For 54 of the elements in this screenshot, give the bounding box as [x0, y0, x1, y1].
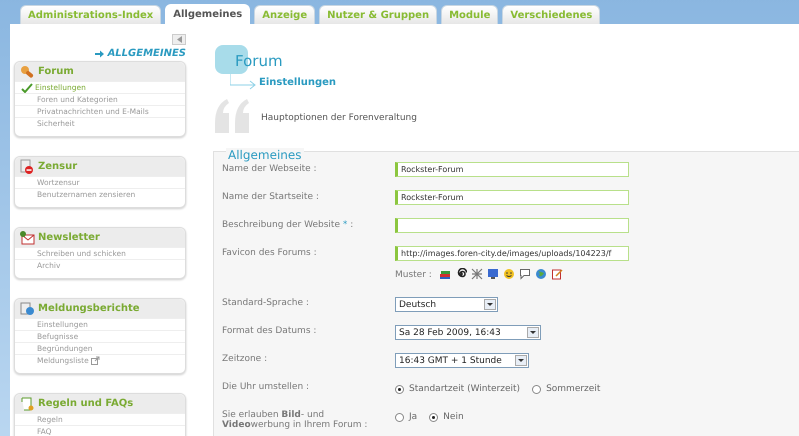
- monitor-icon[interactable]: [486, 268, 499, 280]
- field-label: Format des Datums :: [222, 325, 318, 336]
- group-title: Forum: [38, 66, 74, 77]
- page-title: Forum: [235, 52, 283, 70]
- description-text: Hauptoptionen der Forenveraltung: [261, 113, 417, 123]
- smiley-icon[interactable]: [502, 268, 515, 280]
- tab[interactable]: Anzeige: [254, 5, 316, 24]
- group-title: Regeln und FAQs: [38, 398, 134, 409]
- dropdown[interactable]: Sa 28 Feb 2009, 16:43: [395, 325, 541, 340]
- tab[interactable]: Nutzer & Gruppen: [319, 5, 438, 24]
- field-label: Beschreibung der Website * :: [222, 219, 354, 230]
- radio-option[interactable]: Ja: [395, 412, 418, 422]
- field-label: Favicon des Forums :: [222, 247, 318, 258]
- field-label: Sie erlauben Bild- und Videowerbung in Ihrem Forum :: [222, 409, 368, 430]
- wrench-icon: [19, 64, 35, 79]
- envelope-icon: [19, 230, 35, 245]
- text-field[interactable]: Rockster-Forum: [395, 162, 629, 177]
- field-label: Die Uhr umstellen :: [222, 381, 310, 392]
- field-label: Name der Startseite :: [222, 191, 320, 202]
- dropdown[interactable]: Deutsch: [395, 297, 498, 312]
- caret-down-icon: [487, 303, 493, 306]
- group-title: Newsletter: [38, 232, 100, 243]
- arrow-right-icon: [94, 50, 104, 58]
- globe-icon[interactable]: [534, 268, 547, 280]
- connector-arrow-icon: [230, 74, 256, 90]
- dropdown[interactable]: 16:43 GMT + 1 Stunde: [395, 353, 529, 368]
- caret-down-icon: [518, 359, 524, 362]
- radio-option[interactable]: Sommerzeit: [532, 384, 600, 394]
- tab[interactable]: Module: [441, 5, 498, 24]
- book-stack-icon[interactable]: [438, 268, 451, 280]
- speech-bubble-icon[interactable]: [518, 268, 531, 280]
- tab[interactable]: Administrations-Index: [20, 5, 162, 24]
- pattern-icon[interactable]: [470, 268, 483, 280]
- checkmark-icon: [21, 82, 33, 92]
- section-title: ALLGEMEINES: [108, 48, 186, 59]
- triangle-left-icon: [176, 35, 182, 44]
- radio-option[interactable]: Nein: [429, 412, 464, 422]
- caret-down-icon: [530, 331, 536, 334]
- field-label: Muster :: [395, 269, 432, 280]
- group-title: Zensur: [38, 161, 78, 172]
- page-subtitle: Einstellungen: [259, 77, 336, 88]
- text-field[interactable]: [395, 218, 629, 233]
- tab[interactable]: Verschiedenes: [502, 5, 600, 24]
- field-label: Name der Webseite :: [222, 163, 318, 174]
- text-field[interactable]: Rockster-Forum: [395, 190, 629, 205]
- fieldset-legend: Allgemeines: [226, 148, 304, 162]
- tab[interactable]: Allgemeines: [165, 4, 250, 24]
- field-label: Standard-Sprache :: [222, 297, 310, 308]
- notepad-icon[interactable]: [550, 268, 563, 280]
- text-field[interactable]: http://images.foren-city.de/images/uploads/104223/f: [395, 246, 629, 261]
- spiral-icon[interactable]: [454, 268, 467, 280]
- field-label: Zeitzone :: [222, 353, 268, 364]
- radio-option[interactable]: Standartzeit (Winterzeit): [395, 384, 520, 394]
- group-title: Meldungsberichte: [38, 303, 140, 314]
